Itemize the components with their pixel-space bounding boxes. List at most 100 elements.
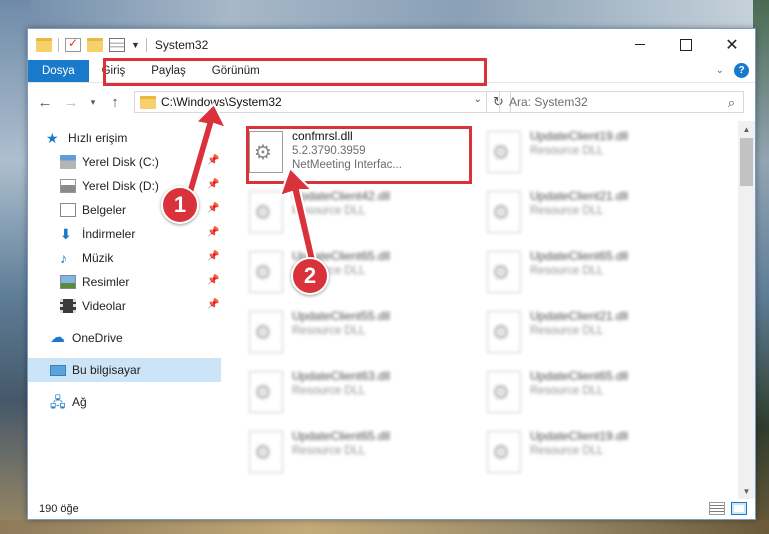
sidebar-item-label: Ağ	[72, 395, 87, 409]
sidebar-item-quick-access[interactable]: ★ Hızlı erişim	[28, 126, 221, 150]
file-name: UpdateClient65.dll	[292, 429, 391, 443]
dll-file-icon	[249, 311, 283, 353]
file-type: Resource DLL	[530, 265, 604, 277]
scroll-up-button[interactable]: ▲	[738, 121, 755, 137]
vertical-scrollbar[interactable]: ▲ ▼	[738, 121, 755, 499]
file-item-confmrsl[interactable]: confmrsl.dll 5.2.3790.3959 NetMeeting In…	[239, 125, 469, 181]
file-type: Resource DLL	[530, 385, 604, 397]
file-name: UpdateClient21.dll	[530, 189, 629, 203]
sidebar-item-this-pc[interactable]: Bu bilgisayar	[28, 358, 221, 382]
up-button[interactable]: ↑	[104, 91, 126, 113]
sidebar-item-label: Belgeler	[82, 203, 127, 217]
search-icon[interactable]: ⌕	[728, 95, 735, 111]
file-item[interactable]: UpdateClient21.dll Resource DLL	[477, 305, 707, 361]
tab-home[interactable]: Giriş	[89, 60, 139, 82]
pin-icon[interactable]: 📌	[207, 203, 219, 214]
folder-icon	[140, 95, 156, 109]
tab-view[interactable]: Görünüm	[199, 60, 273, 82]
navigation-bar: ← → ▾ ↑ C:\Windows\System32 ⌄ ↻ Ara: Sys…	[28, 84, 755, 120]
sidebar-item-label: Yerel Disk (C:)	[82, 155, 159, 169]
pin-icon[interactable]: 📌	[207, 179, 219, 190]
scroll-down-button[interactable]: ▼	[738, 483, 755, 499]
item-count: 190 öğe	[39, 503, 79, 515]
file-item[interactable]: UpdateClient63.dll Resource DLL	[239, 365, 469, 421]
file-item[interactable]: UpdateClient42.dll Resource DLL	[239, 185, 469, 241]
file-type: Resource DLL	[292, 385, 366, 397]
desktop-background-left	[0, 0, 30, 534]
file-type: Resource DLL	[530, 145, 604, 157]
forward-button[interactable]: →	[60, 91, 82, 113]
properties-check-icon[interactable]	[65, 36, 81, 52]
sidebar-item-videos[interactable]: Videolar 📌	[28, 294, 221, 318]
dll-file-icon	[249, 251, 283, 293]
title-bar: ▼ System32 ✕	[28, 29, 755, 60]
step-2-badge: 2	[291, 257, 329, 295]
close-button[interactable]: ✕	[709, 29, 755, 60]
dll-file-icon	[487, 311, 521, 353]
pin-icon[interactable]: 📌	[207, 155, 219, 166]
pin-icon[interactable]: 📌	[207, 299, 219, 310]
tab-file[interactable]: Dosya	[28, 60, 89, 82]
maximize-button[interactable]	[663, 29, 709, 60]
file-name: UpdateClient55.dll	[292, 309, 391, 323]
file-item[interactable]: UpdateClient65.dllResource DLL	[239, 245, 469, 301]
downloads-icon: ⬇	[60, 226, 72, 242]
toolbar-separator	[58, 37, 59, 52]
network-icon: 🖧	[50, 394, 66, 410]
sidebar-item-network[interactable]: 🖧 Ağ	[28, 390, 221, 414]
sidebar-item-label: Müzik	[82, 251, 114, 265]
customize-toolbar-icon[interactable]	[109, 37, 125, 52]
computer-icon	[50, 364, 66, 376]
address-bar[interactable]: C:\Windows\System32 ⌄	[134, 91, 487, 113]
address-path[interactable]: C:\Windows\System32	[161, 95, 282, 109]
tiles-view-button[interactable]	[731, 502, 747, 515]
sidebar-item-label: İndirmeler	[82, 227, 136, 241]
music-icon: ♪	[60, 250, 67, 266]
file-type: Resource DLL	[292, 325, 366, 337]
disk-icon	[60, 155, 76, 169]
sidebar-item-onedrive[interactable]: ☁ OneDrive	[28, 326, 221, 350]
file-item[interactable]: UpdateClient19.dll Resource DLL	[477, 425, 707, 481]
dll-file-icon	[487, 191, 521, 233]
pin-icon[interactable]: 📌	[207, 275, 219, 286]
new-folder-icon[interactable]	[87, 37, 103, 52]
desktop-background-top	[0, 0, 769, 30]
file-type: Resource DLL	[530, 445, 604, 457]
search-input[interactable]: Ara: System32 ⌕	[499, 91, 744, 113]
file-item[interactable]: UpdateClient55.dll Resource DLL	[239, 305, 469, 361]
window-title: System32	[154, 37, 209, 52]
dll-file-icon	[487, 131, 521, 173]
file-item[interactable]: UpdateClient21.dll Resource DLL	[477, 185, 707, 241]
file-type: Resource DLL	[292, 445, 366, 457]
file-item[interactable]: UpdateClient19.dll Resource DLL	[477, 125, 707, 181]
file-item[interactable]: UpdateClient65.dllResource DLL	[477, 245, 707, 301]
ribbon-right-controls: ⌄ ?	[716, 63, 749, 78]
file-description: NetMeeting Interfac...	[292, 159, 402, 171]
pin-icon[interactable]: 📌	[207, 227, 219, 238]
tab-share[interactable]: Paylaş	[138, 60, 199, 82]
desktop-background-bottom	[0, 520, 769, 534]
dll-file-icon	[249, 431, 283, 473]
help-icon[interactable]: ?	[734, 63, 749, 78]
file-name: UpdateClient42.dll	[292, 189, 391, 203]
file-explorer-window: ▼ System32 ✕ Dosya Giriş Paylaş Görünüm …	[27, 28, 756, 520]
expand-ribbon-icon[interactable]: ⌄	[716, 65, 724, 76]
sidebar-item-music[interactable]: ♪ Müzik 📌	[28, 246, 221, 270]
window-controls: ✕	[617, 29, 755, 60]
scroll-thumb[interactable]	[740, 138, 753, 186]
back-button[interactable]: ←	[34, 91, 56, 113]
minimize-button[interactable]	[617, 29, 663, 60]
chevron-down-icon[interactable]: ▼	[131, 40, 140, 50]
file-item[interactable]: UpdateClient65.dllResource DLL	[477, 365, 707, 421]
status-bar: 190 öğe	[28, 498, 755, 520]
recent-locations-button[interactable]: ▾	[86, 91, 100, 113]
chevron-down-icon[interactable]: ⌄	[474, 94, 482, 105]
sidebar-item-downloads[interactable]: ⬇ İndirmeler 📌	[28, 222, 221, 246]
file-item[interactable]: UpdateClient65.dll Resource DLL	[239, 425, 469, 481]
sidebar-item-disk-c[interactable]: Yerel Disk (C:) 📌	[28, 150, 221, 174]
sidebar-item-label: Yerel Disk (D:)	[82, 179, 159, 193]
dll-file-icon	[487, 371, 521, 413]
sidebar-item-pictures[interactable]: Resimler 📌	[28, 270, 221, 294]
details-view-button[interactable]	[709, 502, 725, 515]
pin-icon[interactable]: 📌	[207, 251, 219, 262]
